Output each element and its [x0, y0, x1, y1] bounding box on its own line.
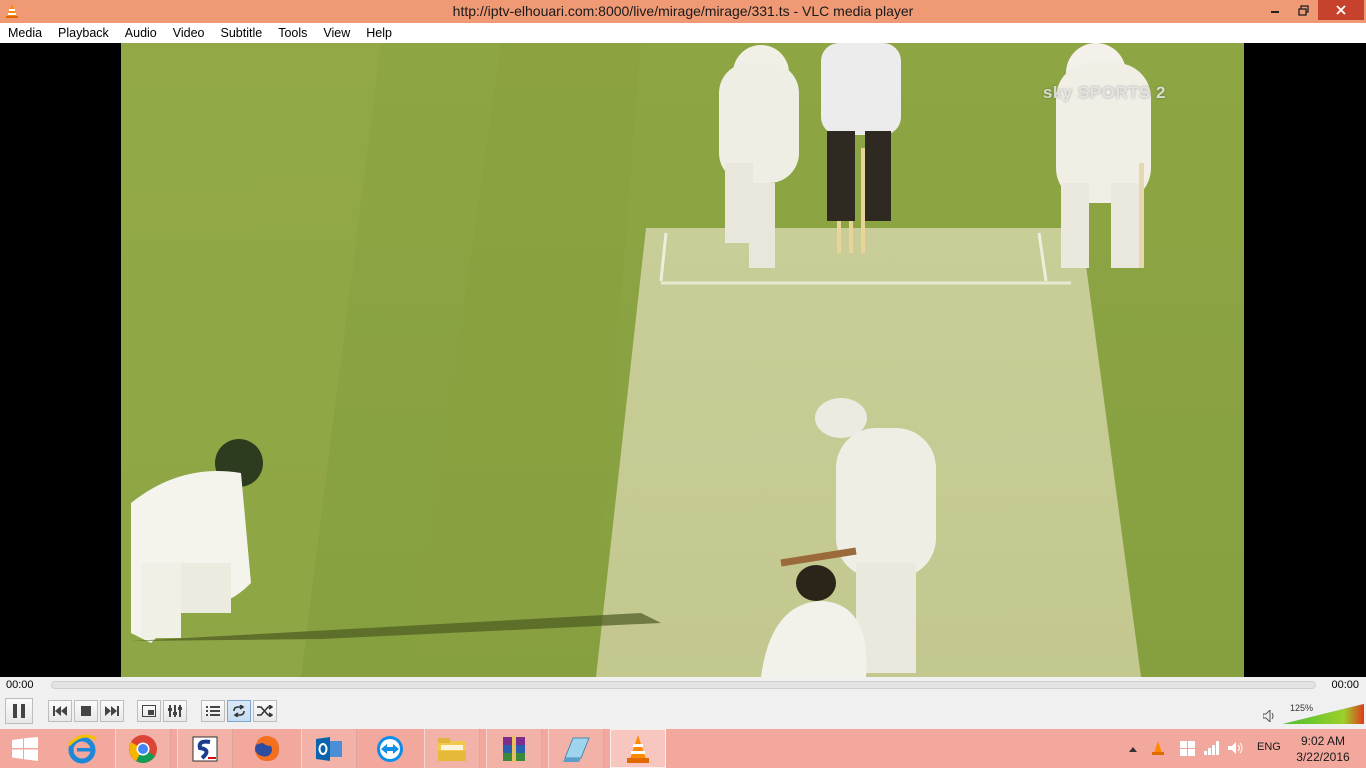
taskbar-internet-explorer[interactable] — [54, 729, 110, 768]
video-frame[interactable]: sky SPORTS 2 — [121, 43, 1244, 677]
internet-explorer-icon — [67, 734, 97, 763]
fullscreen-icon — [142, 705, 156, 717]
shuffle-icon — [257, 705, 273, 717]
notepad-icon — [563, 737, 590, 762]
taskbar-teamviewer[interactable] — [362, 729, 418, 768]
taskbar-app-s[interactable] — [177, 729, 233, 768]
menu-media[interactable]: Media — [0, 23, 50, 43]
next-button[interactable] — [100, 700, 124, 722]
pause-icon — [13, 704, 25, 718]
channel-logo: sky SPORTS 2 — [1042, 83, 1166, 102]
file-explorer-icon — [438, 737, 466, 761]
taskbar-notepad[interactable] — [548, 729, 604, 768]
close-icon — [1336, 5, 1346, 15]
vlc-icon — [627, 734, 649, 763]
title-bar: http://iptv-elhouari.com:8000/live/mirag… — [0, 0, 1366, 23]
winrar-icon — [503, 735, 525, 762]
network-signal-icon[interactable] — [1204, 741, 1220, 755]
minimize-button[interactable] — [1262, 0, 1288, 20]
close-button[interactable] — [1318, 0, 1364, 20]
menu-playback[interactable]: Playback — [50, 23, 117, 43]
previous-icon — [53, 706, 67, 716]
taskbar-vlc[interactable] — [610, 729, 666, 768]
tray-vlc-icon[interactable] — [1151, 740, 1165, 756]
start-button[interactable] — [0, 729, 50, 768]
clock-time: 9:02 AM — [1300, 734, 1346, 748]
firefox-icon — [255, 735, 279, 761]
app-s-icon — [192, 736, 218, 761]
menu-bar: Media Playback Audio Video Subtitle Tool… — [0, 23, 1366, 43]
outlook-icon — [316, 736, 342, 761]
seek-bar[interactable] — [51, 681, 1316, 689]
action-center-icon[interactable] — [1180, 741, 1195, 756]
volume-tray-icon[interactable] — [1228, 741, 1244, 755]
taskbar-winrar[interactable] — [486, 729, 542, 768]
restore-icon — [1297, 4, 1309, 16]
elapsed-time: 00:00 — [6, 679, 34, 691]
shuffle-button[interactable] — [253, 700, 277, 722]
teamviewer-icon — [377, 735, 403, 762]
controls-bar: 00:00 00:00 125% — [0, 677, 1366, 729]
window-title: http://iptv-elhouari.com:8000/live/mirag… — [452, 3, 914, 19]
menu-view[interactable]: View — [315, 23, 358, 43]
taskbar-outlook[interactable] — [301, 729, 357, 768]
next-icon — [105, 706, 119, 716]
menu-tools[interactable]: Tools — [270, 23, 315, 43]
playlist-icon — [206, 706, 220, 716]
extended-settings-icon — [168, 705, 182, 717]
taskbar: ENG 9:02 AM 3/22/2016 — [0, 729, 1366, 768]
total-time: 00:00 — [1331, 679, 1359, 691]
stop-icon — [81, 706, 91, 716]
speaker-icon[interactable] — [1263, 710, 1277, 722]
menu-help[interactable]: Help — [358, 23, 400, 43]
windows-logo-icon — [12, 736, 38, 761]
language-indicator[interactable]: ENG — [1257, 741, 1281, 753]
menu-audio[interactable]: Audio — [117, 23, 165, 43]
clock[interactable]: 9:02 AM 3/22/2016 — [1294, 733, 1352, 765]
cricket-scene — [121, 43, 1244, 677]
menu-subtitle[interactable]: Subtitle — [213, 23, 271, 43]
chrome-icon — [129, 734, 157, 763]
volume-slider[interactable] — [1283, 704, 1364, 724]
clock-date: 3/22/2016 — [1296, 750, 1350, 764]
taskbar-chrome[interactable] — [115, 729, 171, 768]
stop-button[interactable] — [74, 700, 98, 722]
show-hidden-icons-icon[interactable] — [1128, 745, 1138, 753]
restore-button[interactable] — [1290, 0, 1316, 20]
taskbar-firefox[interactable] — [239, 729, 295, 768]
pause-button[interactable] — [5, 698, 33, 724]
fullscreen-button[interactable] — [137, 700, 161, 722]
video-area[interactable]: sky SPORTS 2 — [0, 43, 1366, 677]
menu-video[interactable]: Video — [165, 23, 213, 43]
playlist-button[interactable] — [201, 700, 225, 722]
loop-button[interactable] — [227, 700, 251, 722]
taskbar-file-explorer[interactable] — [424, 729, 480, 768]
extended-settings-button[interactable] — [163, 700, 187, 722]
loop-icon — [233, 705, 245, 717]
previous-button[interactable] — [48, 700, 72, 722]
minimize-icon — [1271, 11, 1279, 13]
